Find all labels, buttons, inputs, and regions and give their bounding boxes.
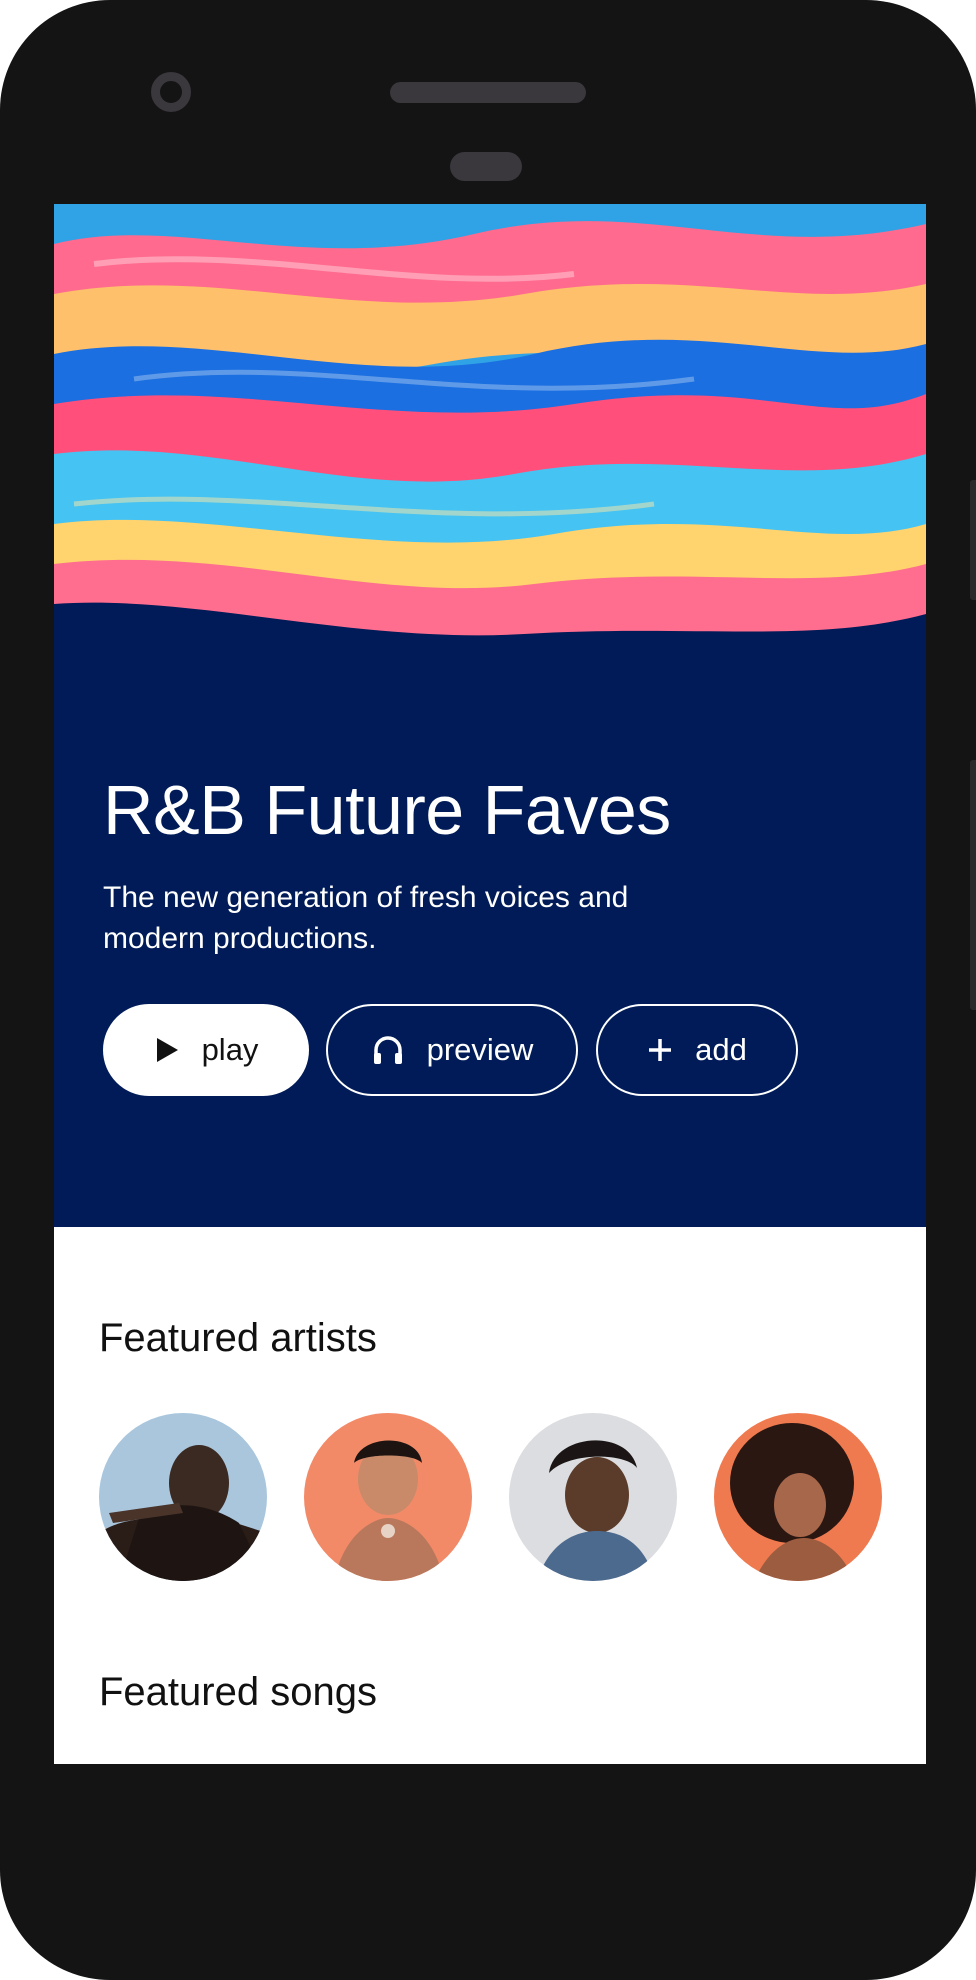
proximity-sensor [450, 152, 522, 181]
volume-button [970, 480, 976, 600]
app-screen: R&B Future Faves The new generation of f… [54, 204, 926, 1764]
play-button-label: play [201, 1032, 259, 1067]
featured-songs-title: Featured songs [99, 1670, 377, 1714]
preview-button-label: preview [426, 1032, 534, 1067]
device-frame: R&B Future Faves The new generation of f… [0, 0, 976, 1980]
artist-avatar[interactable] [509, 1413, 677, 1581]
headphones-icon [371, 1033, 405, 1067]
playlist-cover-art [54, 204, 926, 674]
play-icon [154, 1036, 180, 1064]
add-button[interactable]: add [596, 1004, 798, 1096]
featured-artists-list [99, 1413, 882, 1581]
add-button-label: add [695, 1032, 747, 1067]
preview-button[interactable]: preview [326, 1004, 578, 1096]
artist-avatar[interactable] [99, 1413, 267, 1581]
play-button[interactable]: play [103, 1004, 309, 1096]
featured-artists-title: Featured artists [99, 1316, 377, 1360]
plus-icon [647, 1037, 673, 1063]
earpiece-speaker [390, 82, 586, 103]
playlist-title: R&B Future Faves [103, 771, 671, 849]
artist-avatar[interactable] [304, 1413, 472, 1581]
power-button [970, 760, 976, 1010]
playlist-description: The new generation of fresh voices and m… [103, 881, 629, 955]
artist-avatar[interactable] [714, 1413, 882, 1581]
playlist-hero: R&B Future Faves The new generation of f… [54, 204, 926, 1227]
front-camera [151, 72, 191, 112]
